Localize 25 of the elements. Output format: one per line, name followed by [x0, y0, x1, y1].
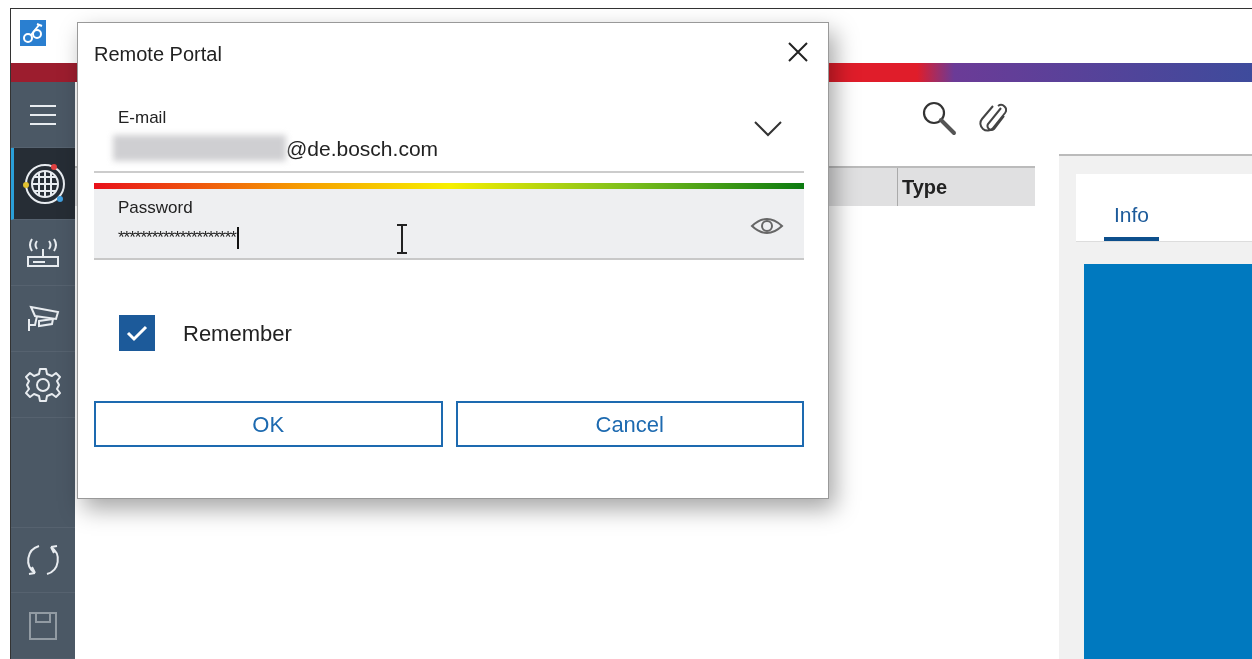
field-label: Password	[118, 197, 193, 219]
check-icon	[126, 324, 148, 342]
eye-icon[interactable]	[750, 216, 784, 236]
email-value: @de.bosch.com	[286, 135, 439, 162]
checkbox-label: Remember	[183, 319, 292, 348]
settings-icon[interactable]	[25, 366, 61, 403]
info-tab[interactable]: Info	[1104, 174, 1160, 241]
search-icon[interactable]	[921, 100, 957, 136]
dialog-title: Remote Portal	[94, 42, 222, 67]
ok-button[interactable]: OK	[94, 401, 443, 447]
close-icon	[788, 41, 808, 62]
chevron-down-icon[interactable]	[754, 121, 782, 137]
app-logo-icon	[20, 20, 46, 46]
globe-icon[interactable]	[22, 161, 67, 206]
paperclip-icon[interactable]	[979, 102, 1007, 134]
field-label: E-mail	[118, 107, 167, 129]
text-cursor-icon	[396, 224, 408, 254]
menu-icon[interactable]	[28, 102, 58, 127]
password-value: *********************	[118, 226, 239, 249]
router-icon[interactable]	[25, 236, 61, 269]
password-field[interactable]: Password *********************	[94, 189, 804, 260]
email-field[interactable]: E-mail @de.bosch.com	[94, 85, 804, 173]
remember-checkbox[interactable]	[119, 315, 155, 351]
cancel-button[interactable]: Cancel	[455, 401, 804, 447]
column-header: Type	[897, 168, 1035, 206]
